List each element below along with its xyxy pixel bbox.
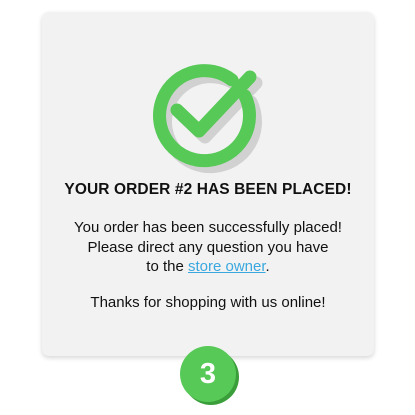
- step-number-badge: 3: [180, 346, 236, 402]
- store-owner-link[interactable]: store owner: [188, 258, 266, 275]
- order-message: You order has been successfully placed! …: [42, 218, 374, 277]
- thanks-message: Thanks for shopping with us online!: [90, 294, 326, 311]
- message-line-3-suffix: .: [265, 258, 270, 275]
- message-line-3-prefix: to the: [146, 258, 188, 275]
- message-line-2: Please direct any question you have: [87, 238, 329, 256]
- order-placed-title: YOUR ORDER #2 HAS BEEN PLACED!: [64, 181, 352, 198]
- message-line-1: You order has been successfully placed!: [74, 219, 342, 236]
- order-confirmation-card: YOUR ORDER #2 HAS BEEN PLACED! You order…: [42, 12, 374, 356]
- check-circle-icon: [142, 51, 272, 181]
- message-line-3: to the store owner.: [42, 257, 374, 277]
